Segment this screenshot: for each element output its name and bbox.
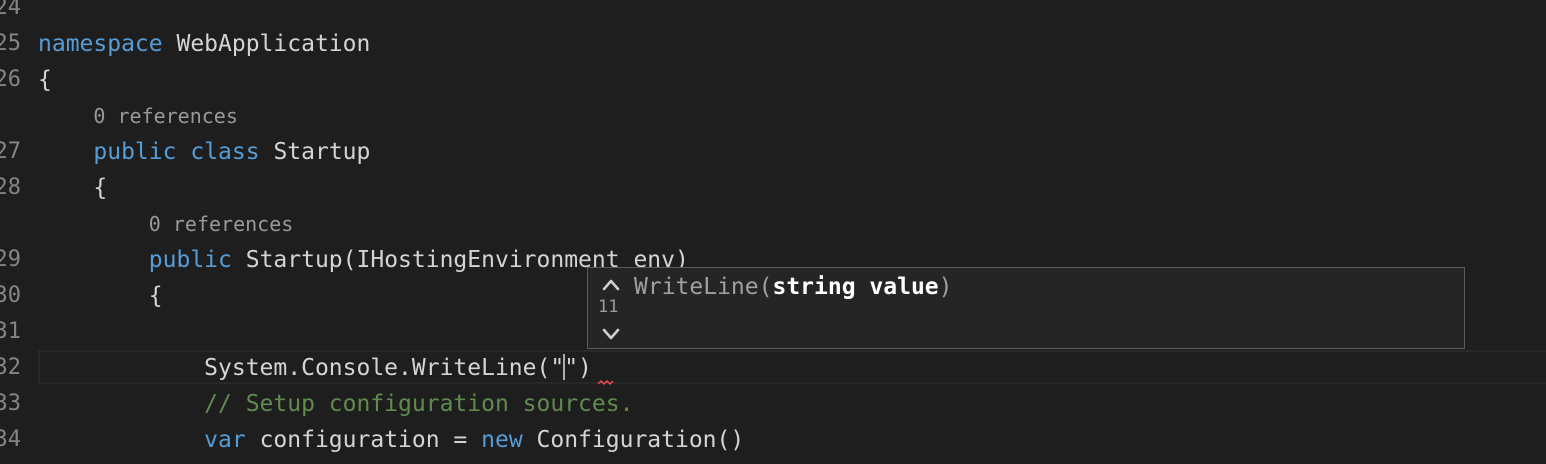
line-number: 27 bbox=[0, 139, 21, 164]
line-content: System.Console.WriteLine("") bbox=[38, 350, 592, 386]
code-editor[interactable]: 24 25 namespace WebApplication 26 { 0 refere… bbox=[0, 0, 1546, 464]
line-content: { bbox=[38, 278, 163, 314]
code-token: { bbox=[38, 283, 163, 309]
line-content: { bbox=[38, 62, 52, 98]
code-token: WebApplication bbox=[162, 31, 371, 57]
code-token: { bbox=[38, 175, 108, 201]
keyword-token: public bbox=[148, 247, 232, 273]
line-content: { bbox=[38, 170, 107, 206]
code-token: System.Console.WriteLine(" bbox=[38, 355, 565, 381]
signature-active-param: string value bbox=[772, 274, 939, 300]
line-number: 26 bbox=[0, 67, 21, 92]
keyword-token: new bbox=[481, 427, 523, 453]
line-number: 24 bbox=[0, 0, 21, 20]
keyword-token: class bbox=[190, 139, 260, 165]
line-number: 31 bbox=[0, 319, 21, 344]
code-line: 33 // Setup configuration sources. bbox=[0, 386, 1546, 422]
error-squiggle bbox=[598, 380, 614, 386]
parameter-hint-widget: 11 WriteLine(string value) bbox=[587, 267, 1465, 349]
line-content: 0 references bbox=[38, 206, 294, 242]
signature-method: WriteLine( bbox=[634, 274, 773, 300]
code-token: Startup bbox=[259, 139, 371, 165]
comment-token: // Setup configuration sources. bbox=[204, 391, 634, 417]
line-content: public class Startup bbox=[38, 134, 370, 170]
line-content: // Setup configuration sources. bbox=[38, 386, 633, 422]
code-line: 32 System.Console.WriteLine("") bbox=[0, 350, 1546, 386]
keyword-token: namespace bbox=[38, 31, 163, 57]
line-number: 32 bbox=[0, 355, 21, 380]
code-line: 27 public class Startup bbox=[0, 134, 1546, 170]
line-number: 25 bbox=[0, 31, 21, 56]
method-signature: WriteLine(string value) bbox=[634, 270, 953, 304]
code-line: 28 { bbox=[0, 170, 1546, 206]
code-token: configuration = bbox=[245, 427, 482, 453]
codelens-line: 0 references bbox=[0, 98, 1546, 134]
code-line: 34 var configuration = new Configuration… bbox=[0, 422, 1546, 458]
chevron-down-icon[interactable] bbox=[600, 323, 622, 345]
keyword-token: public bbox=[93, 139, 177, 165]
codelens-references-link[interactable]: 0 references bbox=[93, 104, 238, 128]
code-line: 25 namespace WebApplication bbox=[0, 26, 1546, 62]
chevron-up-icon[interactable] bbox=[600, 274, 622, 296]
code-token: Configuration() bbox=[522, 427, 745, 453]
line-content: var configuration = new Configuration() bbox=[38, 422, 744, 458]
signature-close: ) bbox=[938, 274, 953, 300]
line-content: namespace WebApplication bbox=[38, 26, 370, 62]
line-number: 30 bbox=[0, 283, 21, 308]
code-line: 26 { bbox=[0, 62, 1546, 98]
line-content: 0 references bbox=[38, 98, 238, 134]
code-token: { bbox=[38, 67, 52, 93]
code-line: 24 bbox=[0, 0, 1546, 26]
overload-count: 11 bbox=[598, 297, 619, 317]
codelens-line: 0 references bbox=[0, 206, 1546, 242]
line-number: 29 bbox=[0, 247, 21, 272]
code-token: ") bbox=[564, 355, 592, 381]
codelens-references-link[interactable]: 0 references bbox=[149, 212, 294, 236]
keyword-token: var bbox=[204, 427, 246, 453]
line-number: 34 bbox=[0, 427, 21, 452]
line-number: 33 bbox=[0, 391, 21, 416]
line-number: 28 bbox=[0, 175, 21, 200]
